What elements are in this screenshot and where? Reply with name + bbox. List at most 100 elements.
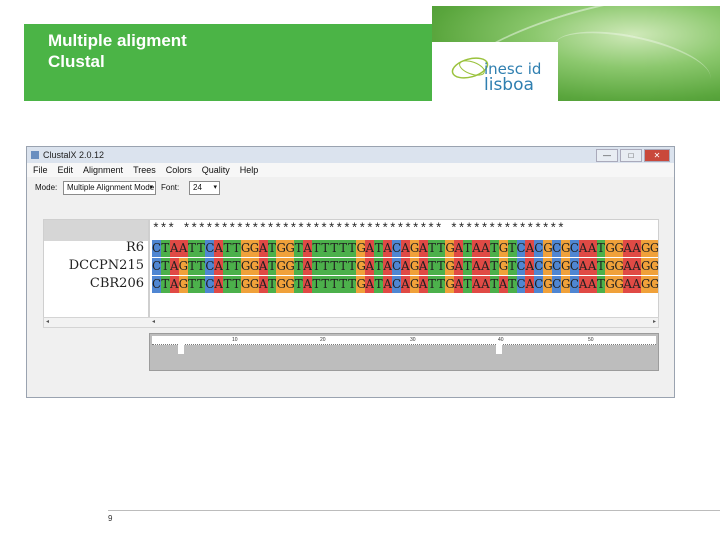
nucleotide-cell: T bbox=[196, 258, 206, 275]
nucleotide-cell: G bbox=[276, 240, 286, 257]
alignment-panel[interactable]: *** ********************************** *… bbox=[149, 219, 659, 319]
menu-quality[interactable]: Quality bbox=[202, 163, 230, 177]
nucleotide-cell: T bbox=[320, 240, 330, 257]
nucleotide-cell: C bbox=[205, 240, 215, 257]
sequence-name[interactable]: DCCPN215 bbox=[69, 258, 144, 273]
scroll-right-icon[interactable]: ▸ bbox=[653, 318, 656, 325]
nucleotide-cell: A bbox=[383, 240, 393, 257]
menu-colors[interactable]: Colors bbox=[166, 163, 192, 177]
nucleotide-cell: T bbox=[507, 258, 517, 275]
nucleotide-cell: G bbox=[178, 276, 189, 293]
horizontal-scrollbar[interactable]: ◂ ◂ ▸ bbox=[43, 317, 659, 328]
mode-label: Mode: bbox=[35, 183, 58, 192]
chevron-down-icon: ▾ bbox=[149, 184, 153, 191]
nucleotide-cell: T bbox=[436, 240, 446, 257]
nucleotide-cell: T bbox=[196, 276, 206, 293]
window-title: ClustalX 2.0.12 bbox=[43, 150, 105, 160]
nucleotide-cell: T bbox=[427, 258, 437, 275]
font-select[interactable]: 24 ▾ bbox=[189, 181, 220, 195]
menu-alignment[interactable]: Alignment bbox=[83, 163, 123, 177]
nucleotide-cell: A bbox=[472, 258, 481, 275]
nucleotide-cell: T bbox=[489, 258, 499, 275]
nucleotide-cell: C bbox=[152, 276, 162, 293]
nucleotide-cell: G bbox=[498, 240, 509, 257]
maximize-button[interactable]: □ bbox=[620, 149, 642, 162]
slide-title: Multiple aligment Clustal bbox=[48, 30, 187, 72]
nucleotide-cell: G bbox=[649, 240, 659, 257]
menu-file[interactable]: File bbox=[33, 163, 48, 177]
nucleotide-cell: G bbox=[605, 276, 615, 293]
nucleotide-cell: A bbox=[498, 276, 508, 293]
nucleotide-cell: C bbox=[534, 276, 544, 293]
scroll-left-icon[interactable]: ◂ bbox=[46, 318, 49, 325]
nucleotide-cell: C bbox=[569, 258, 579, 275]
nucleotide-cell: T bbox=[338, 258, 348, 275]
nucleotide-cell: C bbox=[552, 258, 562, 275]
nucleotide-cell: A bbox=[178, 240, 188, 257]
nucleotide-cell: A bbox=[454, 276, 464, 293]
window-titlebar[interactable]: ClustalX 2.0.12 — □ ✕ bbox=[27, 147, 674, 163]
nucleotide-cell: G bbox=[240, 258, 251, 275]
sequence-row[interactable]: CTAGTTCATTGGATGGTATTTTTGATACAGATTGATAATG… bbox=[152, 258, 658, 275]
slide-title-line2: Clustal bbox=[48, 52, 105, 71]
minimize-button[interactable]: — bbox=[596, 149, 618, 162]
nucleotide-cell: T bbox=[267, 276, 277, 293]
nucleotide-cell: G bbox=[285, 276, 295, 293]
menu-edit[interactable]: Edit bbox=[58, 163, 74, 177]
nucleotide-cell: A bbox=[632, 258, 641, 275]
nucleotide-cell: T bbox=[436, 276, 446, 293]
nucleotide-cell: T bbox=[338, 240, 348, 257]
nucleotide-cell: A bbox=[587, 240, 597, 257]
scroll-left-icon[interactable]: ◂ bbox=[152, 318, 155, 325]
nucleotide-cell: A bbox=[303, 258, 313, 275]
slide-header: inesc id lisboa Multiple aligment Clusta… bbox=[24, 6, 720, 101]
sequence-name[interactable]: R6 bbox=[126, 240, 144, 255]
nucleotide-cell: T bbox=[338, 276, 348, 293]
nucleotide-cell: A bbox=[480, 240, 490, 257]
nucleotide-cell: A bbox=[480, 276, 490, 293]
ruler-mark: 20 bbox=[320, 337, 326, 343]
mode-select[interactable]: Multiple Alignment Mode ▾ bbox=[63, 181, 156, 195]
nucleotide-cell: A bbox=[525, 240, 535, 257]
nucleotide-cell: C bbox=[392, 276, 402, 293]
nucleotide-cell: G bbox=[560, 276, 571, 293]
sequence-name[interactable]: CBR206 bbox=[90, 276, 144, 291]
close-button[interactable]: ✕ bbox=[644, 149, 670, 162]
nucleotide-cell: T bbox=[320, 258, 330, 275]
quality-bar bbox=[496, 344, 502, 354]
nucleotide-cell: A bbox=[623, 276, 633, 293]
nucleotide-cell: C bbox=[152, 258, 162, 275]
nucleotide-cell: T bbox=[463, 276, 473, 293]
nucleotide-cell: G bbox=[445, 258, 455, 275]
nucleotide-cell: T bbox=[507, 276, 517, 293]
sequence-row[interactable]: CTAATTCATTGGATGGTATTTTTGATACAGATTGATAATG… bbox=[152, 240, 659, 257]
nucleotide-cell: A bbox=[418, 276, 428, 293]
nucleotide-cell: T bbox=[187, 258, 197, 275]
nucleotide-cell: A bbox=[623, 240, 633, 257]
nucleotide-cell: A bbox=[169, 276, 179, 293]
nucleotide-cell: T bbox=[223, 240, 233, 257]
nucleotide-cell: T bbox=[232, 258, 241, 275]
nucleotide-cell: A bbox=[365, 240, 375, 257]
nucleotide-cell: T bbox=[596, 240, 606, 257]
nucleotide-cell: C bbox=[534, 258, 544, 275]
nucleotide-cell: A bbox=[400, 258, 410, 275]
menu-help[interactable]: Help bbox=[240, 163, 259, 177]
nucleotide-cell: A bbox=[365, 258, 375, 275]
nucleotide-cell: A bbox=[418, 240, 428, 257]
nucleotide-cell: G bbox=[614, 276, 624, 293]
menu-trees[interactable]: Trees bbox=[133, 163, 156, 177]
ruler-mark: 50 bbox=[588, 337, 594, 343]
nucleotide-cell: T bbox=[596, 276, 606, 293]
nucleotide-cell: A bbox=[418, 258, 428, 275]
nucleotide-cell: T bbox=[232, 276, 241, 293]
toolbar: Mode: Multiple Alignment Mode ▾ Font: 24 ▾ bbox=[27, 177, 674, 199]
nucleotide-cell: G bbox=[498, 258, 509, 275]
nucleotide-cell: C bbox=[392, 258, 402, 275]
sequence-row[interactable]: CTAGTTCATTGGATGGTATTTTTGATACAGATTGATAATA… bbox=[152, 276, 659, 293]
nucleotide-cell: A bbox=[587, 276, 597, 293]
mode-select-value: Multiple Alignment Mode bbox=[67, 183, 155, 192]
nucleotide-cell: G bbox=[605, 240, 615, 257]
nucleotide-cell: T bbox=[267, 258, 277, 275]
nucleotide-cell: G bbox=[649, 276, 659, 293]
